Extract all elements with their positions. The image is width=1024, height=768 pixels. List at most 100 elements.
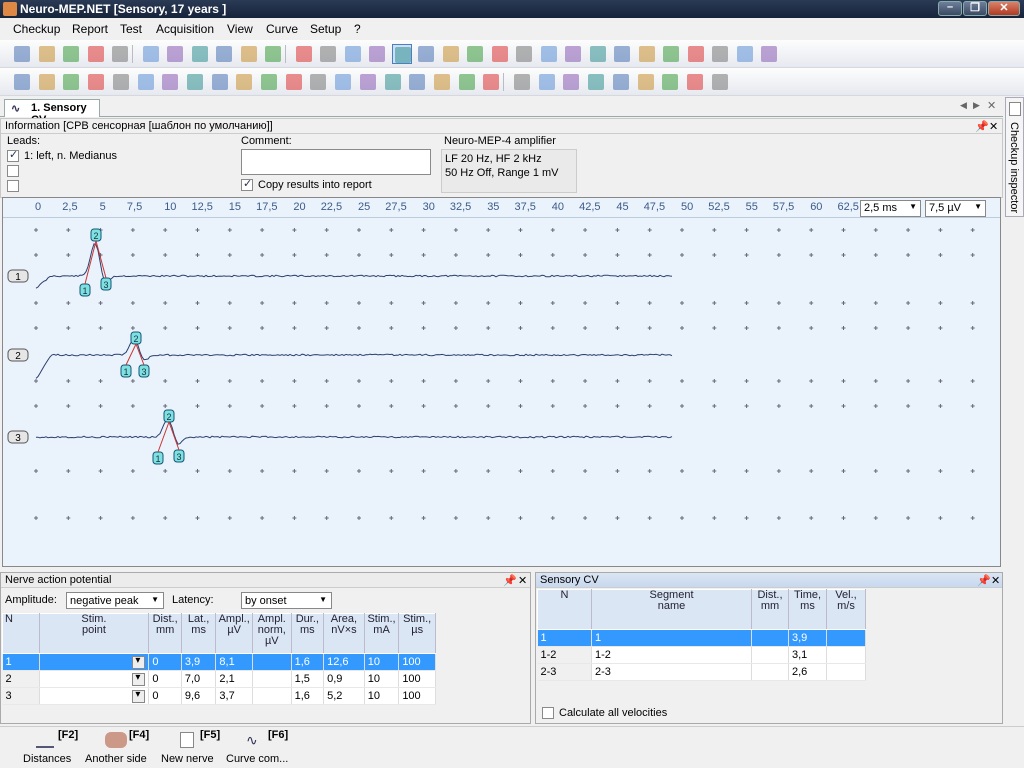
scv-cell[interactable]: 1-2 [537, 646, 592, 664]
nap-cell[interactable]: 0 [148, 670, 182, 688]
pin-icon[interactable]: 📌 [503, 574, 517, 587]
probe-button[interactable] [416, 44, 436, 64]
info-button[interactable] [611, 72, 631, 92]
dropdown-chevron-icon[interactable] [132, 689, 146, 703]
sensitivity-select[interactable]: 7,5 µV ▼ [925, 200, 986, 217]
nap-cell[interactable] [252, 670, 292, 688]
montage-2-button[interactable] [37, 72, 57, 92]
open-checkup-button[interactable] [37, 44, 57, 64]
nap-cell[interactable]: 0,9 [323, 670, 365, 688]
flower-e-button[interactable] [407, 72, 427, 92]
export-button[interactable] [61, 44, 81, 64]
nap-cell[interactable]: 1,5 [291, 670, 325, 688]
nap-cell[interactable]: 3,9 [181, 653, 217, 671]
close-icon[interactable]: ✕ [991, 574, 1000, 587]
scv-cell[interactable]: 2-3 [591, 663, 752, 681]
nap-cell[interactable]: 100 [398, 670, 436, 688]
nap-table[interactable]: N Stim. point Dist., mm Lat., ms Ampl., µV Ampl. n… [2, 613, 436, 705]
new-nerve-button[interactable]: [F5] New nerve [160, 729, 220, 767]
report-button[interactable] [685, 72, 705, 92]
sigma-button[interactable] [141, 44, 161, 64]
montage-5-button[interactable] [111, 72, 131, 92]
scv-cell[interactable]: 2,6 [788, 663, 827, 681]
record-button[interactable] [190, 44, 210, 64]
arrows-lr-button[interactable] [710, 44, 730, 64]
report-2-button[interactable] [710, 72, 730, 92]
lead-2-checkbox[interactable] [7, 165, 19, 177]
nap-cell[interactable]: 1,6 [291, 653, 325, 671]
wave-updown-button[interactable] [588, 44, 608, 64]
scv-cell[interactable] [751, 646, 789, 664]
nap-cell[interactable]: 12,6 [323, 653, 365, 671]
stim-right-button[interactable] [318, 44, 338, 64]
pause-button[interactable] [239, 44, 259, 64]
wave-b-button[interactable] [661, 44, 681, 64]
nap-column-header[interactable]: Ampl., µV [215, 613, 253, 654]
copy-results-checkbox[interactable] [241, 177, 253, 191]
arrows-swap-button[interactable] [735, 44, 755, 64]
nap-cell[interactable]: 10 [364, 687, 400, 705]
nap-cell[interactable]: 0 [148, 653, 182, 671]
menu-help[interactable]: ? [354, 22, 361, 36]
zoom-button[interactable] [490, 44, 510, 64]
sound-right-button[interactable] [563, 44, 583, 64]
tab-scroll-left-icon[interactable]: ◀ [960, 100, 967, 111]
nap-cell[interactable]: 10 [364, 653, 400, 671]
distances-button[interactable]: [F2] Distances [22, 729, 78, 767]
checkup-inspector-tab[interactable]: Checkup inspector [1005, 97, 1024, 217]
nap-cell[interactable]: 2,1 [215, 670, 253, 688]
scv-column-header[interactable]: Segment name [591, 589, 752, 630]
scv-cell[interactable]: 1 [537, 629, 592, 647]
time-per-division-select[interactable]: 2,5 ms ▼ [860, 200, 921, 217]
people-button[interactable] [514, 44, 534, 64]
back-button[interactable] [636, 72, 656, 92]
nap-column-header[interactable]: Lat., ms [180, 613, 217, 654]
montage-1-button[interactable] [12, 72, 32, 92]
minimize-button[interactable]: – [938, 1, 962, 16]
nap-column-header[interactable]: Dist., mm [148, 613, 182, 654]
scv-column-header[interactable]: Vel., m/s [826, 589, 866, 630]
select-rect-button[interactable] [759, 44, 779, 64]
stim-left-button[interactable] [294, 44, 314, 64]
nap-cell[interactable]: 1,6 [291, 687, 325, 705]
nap-cell[interactable]: 7,0 [181, 670, 217, 688]
trace-viewer[interactable]: 0 2,5 5 7,5 10 12,5 15 17,5 20 22,5 25 27,5 30 32,5 35… [2, 197, 1007, 567]
close-icon[interactable]: ✕ [989, 120, 998, 133]
another-side-button[interactable]: [F4] Another side [85, 729, 149, 767]
stop-button[interactable] [263, 44, 283, 64]
cursor-button[interactable] [441, 44, 461, 64]
close-button[interactable]: ✕ [988, 1, 1020, 16]
calc-velocities-checkbox[interactable] [542, 707, 554, 719]
scv-cell[interactable] [751, 629, 789, 647]
nap-table-row[interactable]: 103,98,11,612,610100 [2, 653, 436, 671]
menu-curve[interactable]: Curve [266, 22, 298, 36]
nap-cell[interactable] [252, 653, 292, 671]
montage-7-button[interactable] [160, 72, 180, 92]
nap-column-header[interactable]: Stim., mA [363, 613, 400, 654]
tab-close-icon[interactable]: ✕ [987, 99, 996, 112]
lightning-button[interactable] [465, 44, 485, 64]
trace-area[interactable]: 1 2 3 1 2 3 1 2 3 1 2 3 [3, 218, 1007, 566]
nap-table-row[interactable]: 3 09,63,7 1,65,210100 [2, 687, 436, 705]
nap-column-header[interactable]: Dur., ms [290, 613, 325, 654]
wave-c-button[interactable] [686, 44, 706, 64]
marker-d-button[interactable] [284, 72, 304, 92]
menu-acquisition[interactable]: Acquisition [156, 22, 214, 36]
dropdown-chevron-icon[interactable] [132, 655, 146, 669]
averaging-button[interactable] [391, 44, 412, 64]
nap-cell[interactable]: 9,6 [181, 687, 217, 705]
curve-compare-button[interactable]: ∿ [F6] Curve com... [226, 729, 290, 767]
marker-b-button[interactable] [234, 72, 254, 92]
stim-point-cell[interactable] [39, 653, 150, 671]
scv-cell[interactable]: 2-3 [537, 663, 592, 681]
lead-1-checkbox[interactable] [7, 148, 19, 162]
amplitude-select[interactable]: negative peak ▼ [66, 592, 164, 609]
pin-icon[interactable]: 📌 [975, 120, 989, 133]
scv-cell[interactable]: 1 [591, 629, 752, 647]
nap-cell[interactable]: 3 [2, 687, 40, 705]
nap-cell[interactable]: 100 [398, 687, 436, 705]
nap-cell[interactable]: 0 [148, 687, 182, 705]
nap-table-row[interactable]: 2 07,02,1 1,50,910100 [2, 670, 436, 688]
scv-column-header[interactable]: Time, ms [788, 589, 827, 630]
scv-cell[interactable] [751, 663, 789, 681]
